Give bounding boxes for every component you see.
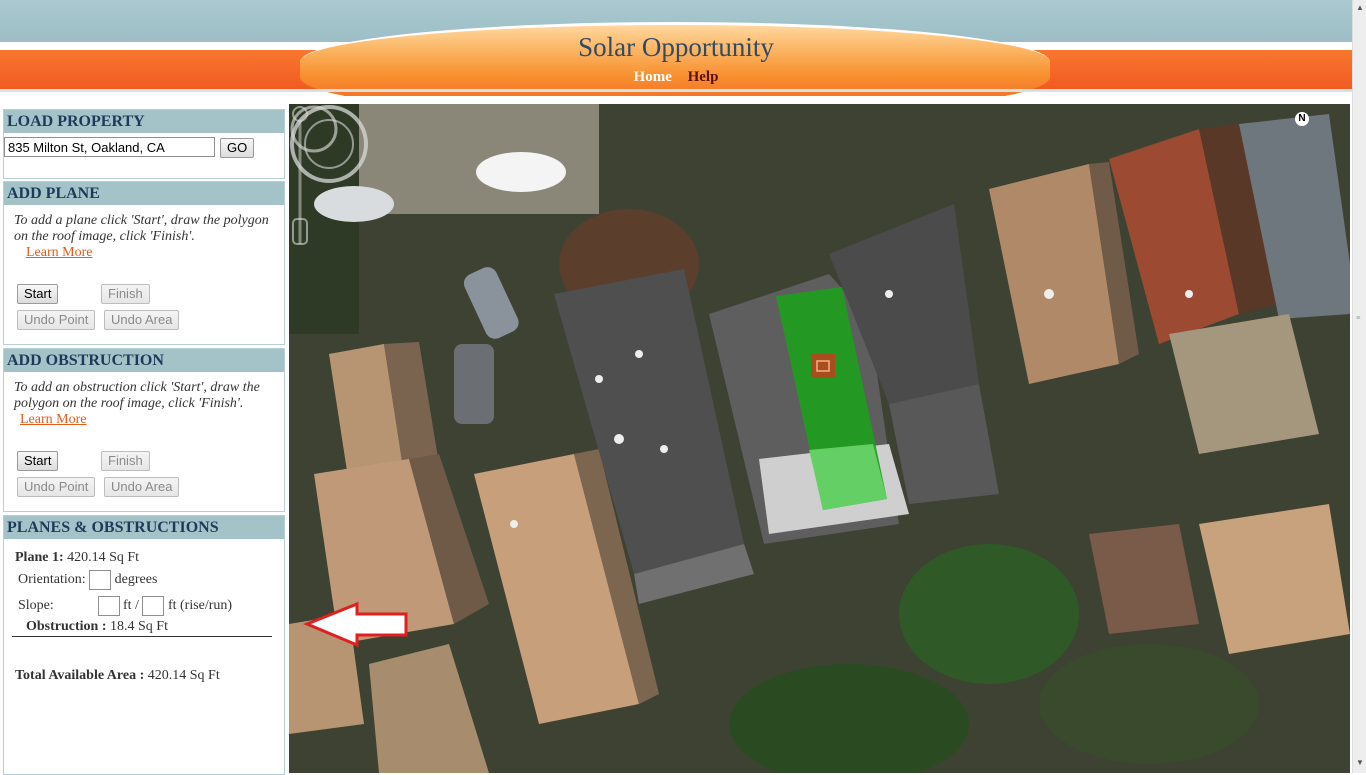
orientation-label: Orientation: [18, 572, 86, 588]
total-area-row: Total Available Area : 420.14 Sq Ft [15, 668, 220, 684]
slope-row: Slope: ft / ft (rise/run) [18, 596, 232, 616]
satellite-imagery[interactable] [289, 104, 1350, 773]
scroll-grip-icon[interactable]: ≡ [1356, 313, 1361, 322]
obstruction-label: Obstruction : [26, 619, 107, 634]
add-plane-help-text: To add a plane click 'Start', draw the p… [14, 213, 269, 244]
plane-start-button[interactable]: Start [17, 284, 59, 304]
obstruction-polygon [811, 354, 835, 378]
header-divider [0, 89, 1352, 92]
site-header: Solar Opportunity Home Help [0, 0, 1352, 96]
add-plane-title: ADD PLANE [4, 182, 284, 205]
orientation-input[interactable] [89, 570, 112, 590]
plane-undo-area-button[interactable]: Undo Area [104, 310, 180, 330]
planes-obstructions-panel: PLANES & OBSTRUCTIONS Plane 1: 420.14 Sq… [3, 515, 285, 775]
obstruction-start-button[interactable]: Start [17, 451, 59, 471]
planes-obstructions-title: PLANES & OBSTRUCTIONS [4, 516, 284, 539]
scroll-up-icon[interactable]: ▲ [1356, 3, 1364, 12]
add-obstruction-panel: ADD OBSTRUCTION To add an obstruction cl… [3, 348, 285, 512]
orientation-row: Orientation: degrees [18, 570, 157, 590]
obstruction-finish-button[interactable]: Finish [101, 451, 150, 471]
total-area-value: 420.14 Sq Ft [147, 668, 220, 683]
add-obstruction-title: ADD OBSTRUCTION [4, 349, 284, 372]
plane-undo-point-button[interactable]: Undo Point [17, 310, 96, 330]
address-input[interactable] [4, 137, 215, 157]
slope-rise-input[interactable] [97, 596, 120, 616]
plane-1-row: Plane 1: 420.14 Sq Ft [15, 550, 139, 566]
slope-label: Slope: [18, 598, 54, 614]
slope-run-input[interactable] [142, 596, 165, 616]
obstruction-undo-area-button[interactable]: Undo Area [104, 477, 180, 497]
total-area-label: Total Available Area : [15, 668, 145, 683]
nav-help-link[interactable]: Help [688, 69, 719, 85]
add-obstruction-help-text: To add an obstruction click 'Start', dra… [14, 380, 260, 411]
roof-satellite-map[interactable]: N [289, 104, 1350, 773]
add-plane-help: To add a plane click 'Start', draw the p… [4, 205, 284, 261]
load-property-title: LOAD PROPERTY [4, 110, 284, 133]
site-title: Solar Opportunity [578, 32, 774, 62]
scroll-down-icon[interactable]: ▼ [1356, 758, 1364, 767]
obstruction-undo-point-button[interactable]: Undo Point [17, 477, 96, 497]
load-property-panel: LOAD PROPERTY GO [3, 109, 285, 179]
zoom-slider-icon[interactable] [289, 104, 311, 254]
add-obstruction-learn-more-link[interactable]: Learn More [20, 412, 86, 427]
slope-run-unit: ft (rise/run) [167, 598, 233, 614]
add-plane-learn-more-link[interactable]: Learn More [26, 245, 92, 260]
obstruction-area: 18.4 Sq Ft [110, 619, 168, 634]
slope-rise-unit: ft / [123, 598, 139, 614]
orientation-unit: degrees [114, 572, 158, 588]
compass-north-label: N [1295, 112, 1309, 126]
obstruction-row: Obstruction : 18.4 Sq Ft [12, 619, 272, 637]
main-nav: Home Help [0, 69, 1352, 86]
page-scrollbar[interactable]: ▲ ≡ ▼ [1352, 0, 1366, 773]
plane-finish-button[interactable]: Finish [101, 284, 150, 304]
plane-1-area: 420.14 Sq Ft [67, 550, 140, 565]
plane-1-label: Plane 1: [15, 550, 64, 565]
add-obstruction-help: To add an obstruction click 'Start', dra… [4, 372, 284, 428]
add-plane-panel: ADD PLANE To add a plane click 'Start', … [3, 181, 285, 345]
nav-home-link[interactable]: Home [634, 69, 672, 85]
go-button[interactable]: GO [220, 138, 255, 158]
